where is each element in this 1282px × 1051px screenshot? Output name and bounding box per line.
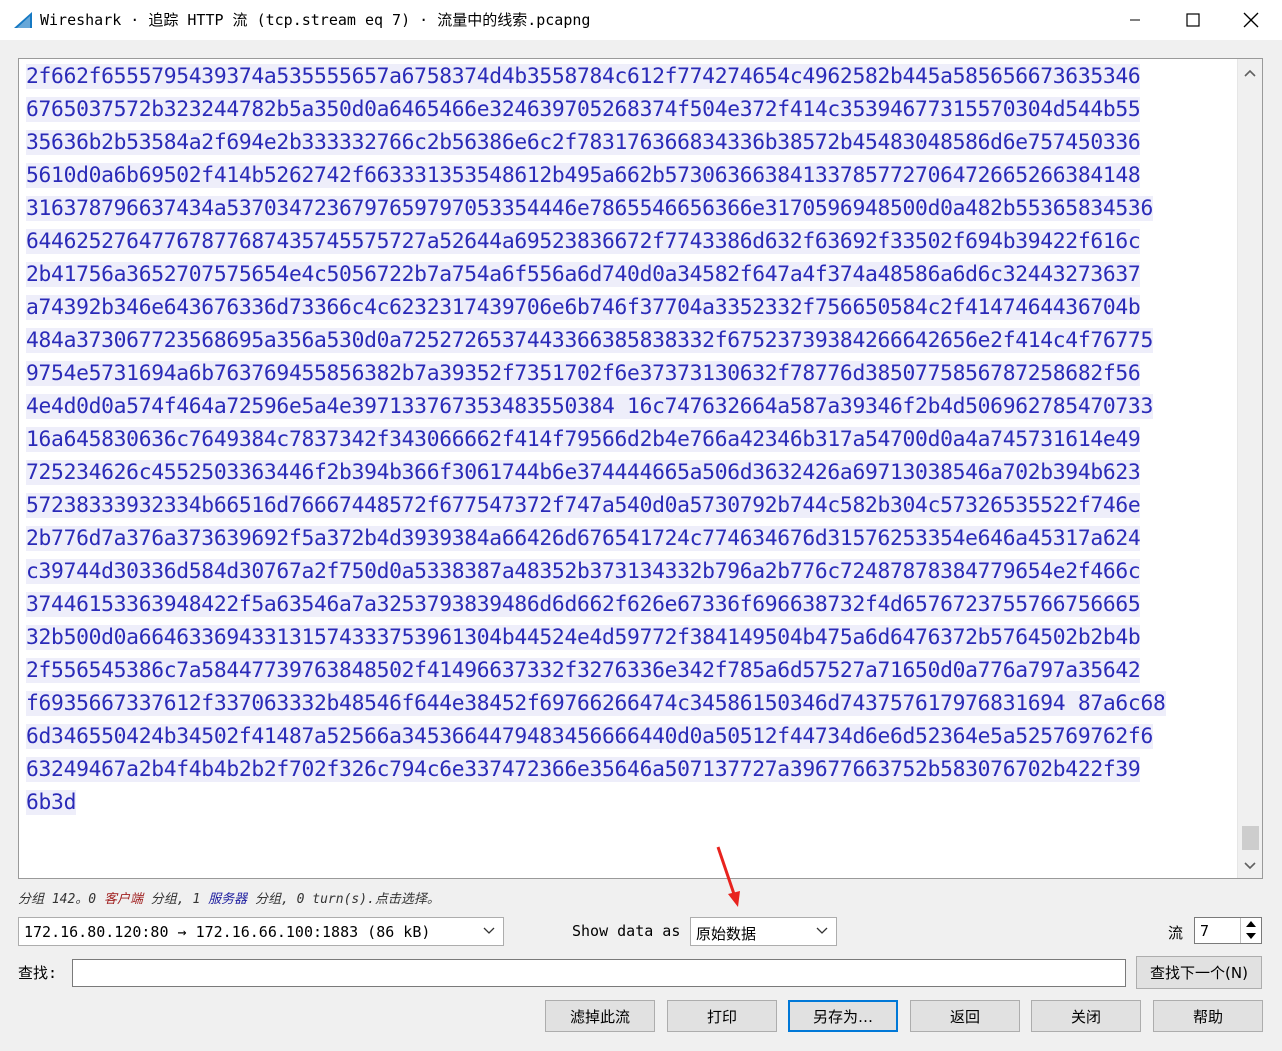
wireshark-fin-icon (14, 12, 32, 28)
conversation-value: 172.16.80.120:80 → 172.16.66.100:1883 (8… (24, 923, 431, 941)
triangle-down-icon (1246, 933, 1256, 939)
client-label[interactable]: 客户端 (104, 892, 143, 907)
triangle-up-icon (1246, 921, 1256, 927)
close-button[interactable]: 关闭 (1031, 1000, 1141, 1032)
stream-line[interactable]: 725234626c4552503363446f2b394b366f306174… (26, 456, 1222, 489)
stream-line[interactable]: 2f556545386c7a58447739763848502f41496637… (26, 654, 1222, 687)
stream-line[interactable]: 9754e5731694a6b763769455856382b7a39352f7… (26, 357, 1222, 390)
spin-down-button[interactable] (1241, 930, 1261, 942)
stream-line-text: 5610d0a6b69502f414b5262742f6633313535486… (26, 163, 1141, 188)
stream-line-text: 9754e5731694a6b763769455856382b7a39352f7… (26, 361, 1141, 386)
show-data-label: Show data as (572, 922, 681, 940)
stream-line[interactable]: 64462527647767877687435745575727a52644a6… (26, 225, 1222, 258)
stream-line[interactable]: 316378796637434a537034723679765979705335… (26, 192, 1222, 225)
stream-line[interactable]: 32b500d0a66463369433131574333753961304b4… (26, 621, 1222, 654)
spinbox-buttons (1240, 918, 1261, 943)
stream-content[interactable]: 2f662f6555795439374a535555657a6758374d4b… (26, 60, 1222, 819)
stream-line-text: a74392b346e643676336d73366c4c62323174397… (26, 295, 1141, 320)
stream-line[interactable]: 6b3d (26, 786, 1222, 819)
stream-number-spinbox[interactable]: 7 (1194, 917, 1262, 944)
find-input[interactable] (72, 959, 1126, 987)
stream-line-text: 16a645830636c7649384c7837342f343066662f4… (26, 427, 1141, 452)
spin-up-button[interactable] (1241, 918, 1261, 930)
title-bar: Wireshark · 追踪 HTTP 流 (tcp.stream eq 7) … (0, 0, 1282, 40)
stream-line-text: 2b776d7a376a373639692f5a372b4d3939384a66… (26, 526, 1141, 551)
stream-line-text: f6935667337612f337063332b48546f644e38452… (26, 691, 1166, 716)
stream-line-text: 32b500d0a66463369433131574333753961304b4… (26, 625, 1141, 650)
chevron-down-icon (816, 927, 828, 934)
stream-line-text: 4e4d0d0a574f464a72596e5a4e39713376735348… (26, 394, 1153, 419)
stream-line-text: 6d346550424b34502f41487a52566a3453664479… (26, 724, 1153, 749)
conversation-select[interactable]: 172.16.80.120:80 → 172.16.66.100:1883 (8… (18, 917, 504, 946)
filter-out-stream-button[interactable]: 滤掉此流 (545, 1000, 655, 1032)
scroll-down-button[interactable] (1238, 856, 1262, 876)
stream-line-text: 484a373067723568695a356a530d0a7252726537… (26, 328, 1153, 353)
annotation-arrow-icon (716, 846, 740, 907)
stream-line[interactable]: 35636b2b53584a2f694e2b333332766c2b56386e… (26, 126, 1222, 159)
stream-line-text: 63249467a2b4f4b4b2b2f702f326c794c6e33747… (26, 757, 1141, 782)
window-title: Wireshark · 追踪 HTTP 流 (tcp.stream eq 7) … (40, 11, 591, 29)
stream-line[interactable]: 2b776d7a376a373639692f5a372b4d3939384a66… (26, 522, 1222, 555)
stream-line[interactable]: a74392b346e643676336d73366c4c62323174397… (26, 291, 1222, 324)
close-window-button[interactable] (1222, 0, 1280, 40)
stream-line-text: 6b3d (26, 790, 77, 815)
find-next-button[interactable]: 查找下一个(N) (1136, 956, 1262, 989)
status-middle: 分组, 1 (142, 892, 209, 907)
help-button[interactable]: 帮助 (1153, 1000, 1263, 1032)
packet-status-line: 分组 142。0 客户端 分组, 1 服务器 分组, 0 turn(s).点击选… (18, 888, 440, 907)
scroll-up-button[interactable] (1238, 63, 1262, 83)
stream-line[interactable]: 57238333932334b66516d76667448572f6775473… (26, 489, 1222, 522)
stream-line[interactable]: 484a373067723568695a356a530d0a7252726537… (26, 324, 1222, 357)
stream-line-text: 2b41756a3652707575654e4c5056722b7a754a6f… (26, 262, 1141, 287)
chevron-down-icon (1244, 862, 1256, 870)
print-button[interactable]: 打印 (667, 1000, 777, 1032)
stream-line[interactable]: 5610d0a6b69502f414b5262742f6633313535486… (26, 159, 1222, 192)
stream-line-text: c39744d30336d584d30767a2f750d0a5338387a4… (26, 559, 1141, 584)
back-button[interactable]: 返回 (910, 1000, 1020, 1032)
chevron-down-icon (483, 927, 495, 934)
stream-text-area[interactable]: 2f662f6555795439374a535555657a6758374d4b… (18, 58, 1263, 879)
minimize-icon (1130, 19, 1140, 21)
status-suffix: 分组, 0 turn(s).点击选择。 (247, 892, 440, 907)
close-icon (1243, 12, 1259, 28)
stream-line-text: 2f662f6555795439374a535555657a6758374d4b… (26, 64, 1141, 89)
find-label: 查找: (18, 964, 58, 982)
maximize-button[interactable] (1164, 0, 1222, 40)
stream-line-text: 6765037572b323244782b5a350d0a6465466e324… (26, 97, 1141, 122)
stream-line-text: 57238333932334b66516d76667448572f6775473… (26, 493, 1141, 518)
maximize-icon (1186, 13, 1200, 27)
show-data-select[interactable]: 原始数据 (690, 917, 837, 946)
minimize-button[interactable] (1106, 0, 1164, 40)
stream-line-text: 2f556545386c7a58447739763848502f41496637… (26, 658, 1141, 683)
vertical-scrollbar[interactable] (1237, 59, 1262, 878)
stream-line[interactable]: c39744d30336d584d30767a2f750d0a5338387a4… (26, 555, 1222, 588)
stream-line[interactable]: 6765037572b323244782b5a350d0a6465466e324… (26, 93, 1222, 126)
stream-line-text: 316378796637434a537034723679765979705335… (26, 196, 1153, 221)
stream-line-text: 725234626c4552503363446f2b394b366f306174… (26, 460, 1141, 485)
status-prefix: 分组 142。0 (18, 892, 104, 907)
stream-number-label: 流 (1168, 924, 1184, 942)
stream-line[interactable]: 37446153363948422f5a63546a7a325379383948… (26, 588, 1222, 621)
stream-line-text: 37446153363948422f5a63546a7a325379383948… (26, 592, 1141, 617)
stream-line[interactable]: 16a645830636c7649384c7837342f343066662f4… (26, 423, 1222, 456)
stream-line[interactable]: 2b41756a3652707575654e4c5056722b7a754a6f… (26, 258, 1222, 291)
chevron-up-icon (1244, 69, 1256, 77)
scroll-thumb[interactable] (1242, 826, 1259, 850)
stream-line-text: 35636b2b53584a2f694e2b333332766c2b56386e… (26, 130, 1141, 155)
server-label[interactable]: 服务器 (208, 892, 247, 907)
save-as-button[interactable]: 另存为… (788, 1000, 898, 1032)
stream-line[interactable]: 4e4d0d0a574f464a72596e5a4e39713376735348… (26, 390, 1222, 423)
stream-line-text: 64462527647767877687435745575727a52644a6… (26, 229, 1141, 254)
stream-line[interactable]: 63249467a2b4f4b4b2b2f702f326c794c6e33747… (26, 753, 1222, 786)
stream-line[interactable]: f6935667337612f337063332b48546f644e38452… (26, 687, 1222, 720)
stream-line[interactable]: 2f662f6555795439374a535555657a6758374d4b… (26, 60, 1222, 93)
stream-number-value: 7 (1200, 922, 1210, 940)
stream-line[interactable]: 6d346550424b34502f41487a52566a3453664479… (26, 720, 1222, 753)
show-data-value: 原始数据 (696, 925, 757, 943)
